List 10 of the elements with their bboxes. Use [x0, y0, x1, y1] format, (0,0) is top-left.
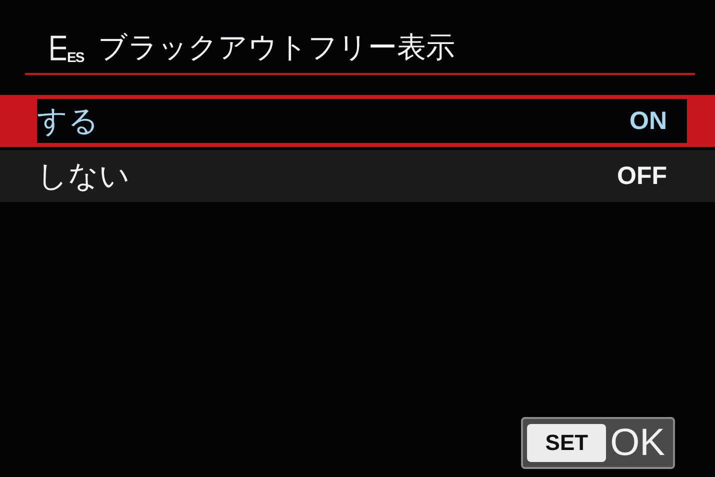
ok-button[interactable]: SET OK [521, 417, 675, 469]
option-value: OFF [617, 162, 667, 190]
option-value: ON [630, 106, 667, 136]
menu-option[interactable]: しない OFF [0, 150, 715, 202]
menu-option[interactable]: する ON [0, 95, 715, 147]
ok-label: OK [610, 422, 665, 464]
menu-title: ブラックアウトフリー表示 [98, 29, 455, 66]
option-label: する [37, 102, 99, 140]
option-label: しない [37, 158, 130, 196]
set-key: SET [527, 424, 606, 462]
